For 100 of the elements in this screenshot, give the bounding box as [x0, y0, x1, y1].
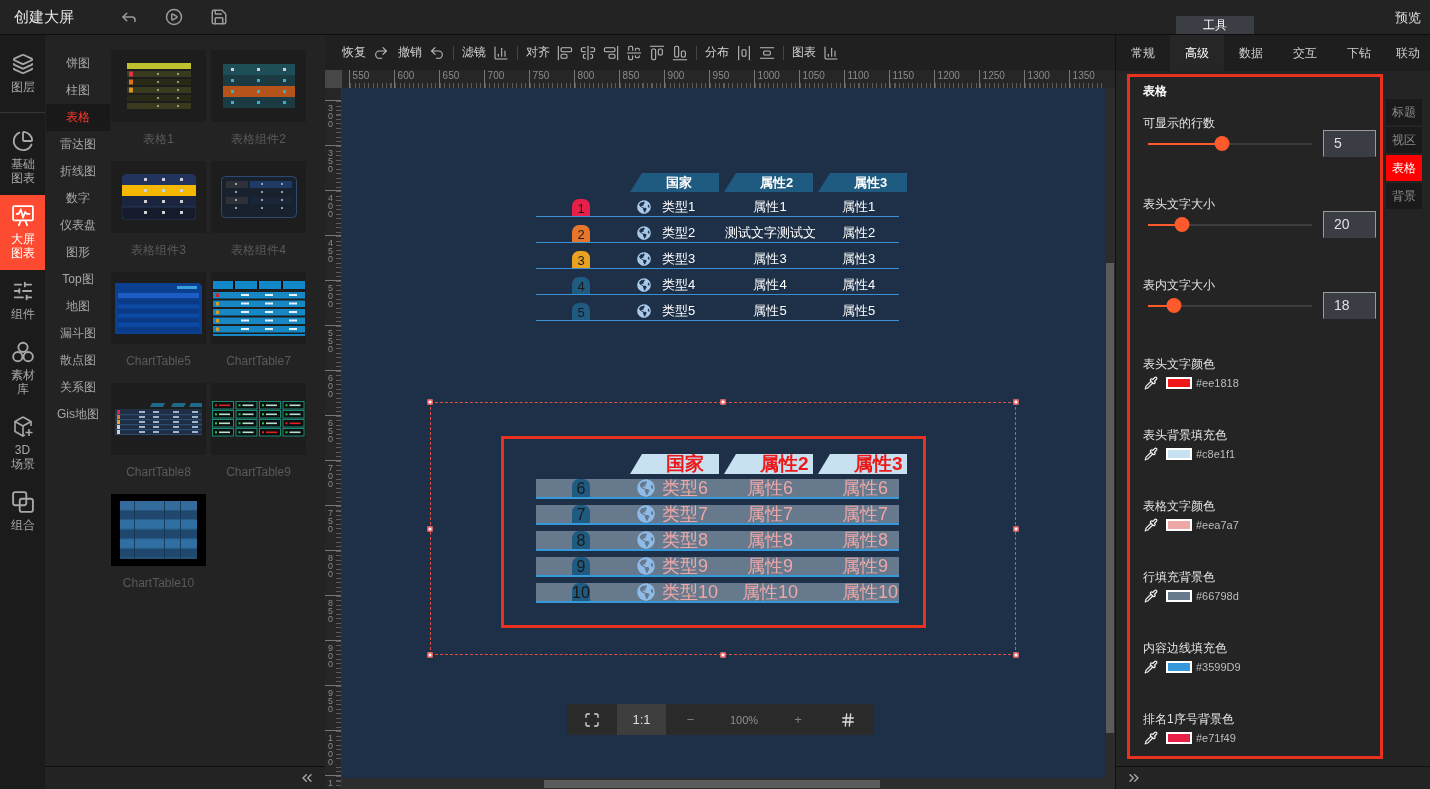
rail-item[interactable]: 组件 [0, 270, 45, 331]
category-item[interactable]: 折线图 [46, 158, 110, 185]
inspector-tab[interactable]: 高级 [1170, 35, 1224, 71]
horizontal-scrollbar[interactable] [342, 778, 1105, 789]
rail-item[interactable]: 组合 [0, 481, 45, 542]
resize-handle[interactable] [427, 652, 433, 658]
category-item[interactable]: 漏斗图 [46, 320, 110, 347]
eyedropper-button[interactable] [1144, 518, 1158, 532]
category-item[interactable]: Top图 [46, 266, 110, 293]
rail-item[interactable]: 3D场景 [0, 406, 45, 481]
template-thumbnail[interactable] [211, 50, 306, 122]
category-item[interactable]: 雷达图 [46, 131, 110, 158]
play-button[interactable] [165, 8, 183, 26]
slider-thumb[interactable] [1166, 298, 1182, 313]
template-thumbnail[interactable] [211, 272, 306, 344]
resize-handle[interactable] [1013, 652, 1019, 658]
tool-tab[interactable]: 工具 [1176, 16, 1254, 34]
category-item[interactable]: 表格 [46, 104, 110, 131]
redo-icon [373, 44, 389, 61]
toolbar-button[interactable] [603, 44, 619, 61]
resize-handle[interactable] [427, 399, 433, 405]
slider-thumb[interactable] [1174, 217, 1190, 232]
inspector-tab[interactable]: 数据 [1224, 35, 1278, 71]
resize-handle[interactable] [720, 399, 726, 405]
toolbar-button[interactable] [672, 44, 688, 61]
number-field[interactable]: 18 [1323, 292, 1376, 319]
category-item[interactable]: 散点图 [46, 347, 110, 374]
resize-handle[interactable] [720, 652, 726, 658]
eyedropper-icon [1144, 660, 1158, 674]
rank-badge: 1 [572, 199, 590, 216]
category-item[interactable]: 柱图 [46, 77, 110, 104]
inspector-tab[interactable]: 常规 [1116, 35, 1170, 71]
inspector-tab[interactable]: 交互 [1278, 35, 1332, 71]
color-swatch[interactable] [1166, 519, 1192, 531]
eyedropper-button[interactable] [1144, 589, 1158, 603]
color-swatch[interactable] [1166, 661, 1192, 673]
number-field[interactable]: 20 [1323, 211, 1376, 238]
template-thumbnail[interactable] [211, 161, 306, 233]
toolbar-button[interactable] [759, 44, 775, 61]
toolbar-button[interactable] [736, 44, 752, 61]
preview-link[interactable]: 预览 [1395, 0, 1421, 34]
toolbar-button[interactable] [580, 44, 596, 61]
resize-handle[interactable] [1013, 399, 1019, 405]
actual-size-button[interactable]: 1:1 [617, 704, 666, 735]
table-cell-text: 属性8 [841, 530, 889, 550]
template-thumbnail[interactable] [111, 50, 206, 122]
category-item[interactable]: 仪表盘 [46, 212, 110, 239]
category-item[interactable]: Gis地图 [46, 401, 110, 428]
side-nav-item[interactable]: 视区 [1386, 127, 1422, 153]
category-item[interactable]: 图形 [46, 239, 110, 266]
eyedropper-button[interactable] [1144, 376, 1158, 390]
template-thumbnail[interactable] [211, 383, 306, 455]
play-icon [165, 8, 183, 26]
color-swatch[interactable] [1166, 732, 1192, 744]
category-item[interactable]: 数字 [46, 185, 110, 212]
toolbar-button[interactable] [373, 44, 389, 61]
template-thumbnail[interactable] [111, 494, 206, 566]
toolbar-button[interactable] [626, 44, 642, 61]
color-swatch[interactable] [1166, 590, 1192, 602]
side-nav-item[interactable]: 标题 [1386, 99, 1422, 125]
side-nav-item[interactable]: 背景 [1386, 183, 1422, 209]
ruler-label: 850 [622, 70, 640, 81]
template-thumbnail[interactable] [111, 161, 206, 233]
slider-thumb[interactable] [1214, 136, 1230, 151]
eyedropper-button[interactable] [1144, 731, 1158, 745]
category-item[interactable]: 地图 [46, 293, 110, 320]
rail-item[interactable]: 基础图表 [0, 120, 45, 195]
eyedropper-button[interactable] [1144, 660, 1158, 674]
table-cell-text: 类型6 [662, 478, 709, 498]
table-cell-text: 类型7 [662, 504, 709, 524]
resize-handle[interactable] [427, 526, 433, 531]
color-swatch[interactable] [1166, 448, 1192, 460]
number-field[interactable]: 5 [1323, 130, 1376, 157]
vertical-scrollbar[interactable] [1105, 88, 1115, 789]
ruler-label: 1000 [757, 70, 780, 81]
inspector-tab[interactable]: 下钻 [1332, 35, 1386, 71]
category-item[interactable]: 饼图 [46, 50, 110, 77]
zoom-in-button[interactable]: + [773, 704, 823, 735]
zoom-out-button[interactable]: − [666, 704, 715, 735]
three-circles-icon [11, 341, 34, 363]
toolbar-button[interactable] [649, 44, 665, 61]
toolbar-button[interactable] [557, 44, 573, 61]
toolbar-button[interactable] [429, 44, 445, 61]
save-button[interactable] [210, 8, 228, 26]
category-item[interactable]: 关系图 [46, 374, 110, 401]
eyedropper-button[interactable] [1144, 447, 1158, 461]
resize-handle[interactable] [1013, 526, 1019, 531]
template-thumbnail[interactable] [111, 383, 206, 455]
table-cell-text: 属性9 [746, 556, 794, 576]
color-swatch[interactable] [1166, 377, 1192, 389]
rail-item[interactable]: 图层 [0, 43, 45, 104]
template-thumbnail[interactable] [111, 272, 206, 344]
side-nav-item[interactable]: 表格 [1386, 155, 1422, 181]
rail-label: 素材库 [9, 368, 36, 396]
ruler-label: 850 [328, 599, 334, 623]
toolbar-button[interactable] [823, 44, 839, 61]
toolbar-button[interactable] [493, 44, 509, 61]
toolbar-label: 恢复 [342, 44, 366, 61]
inspector-tab[interactable]: 联动 [1386, 35, 1430, 71]
rail-item[interactable]: 素材库 [0, 331, 45, 406]
